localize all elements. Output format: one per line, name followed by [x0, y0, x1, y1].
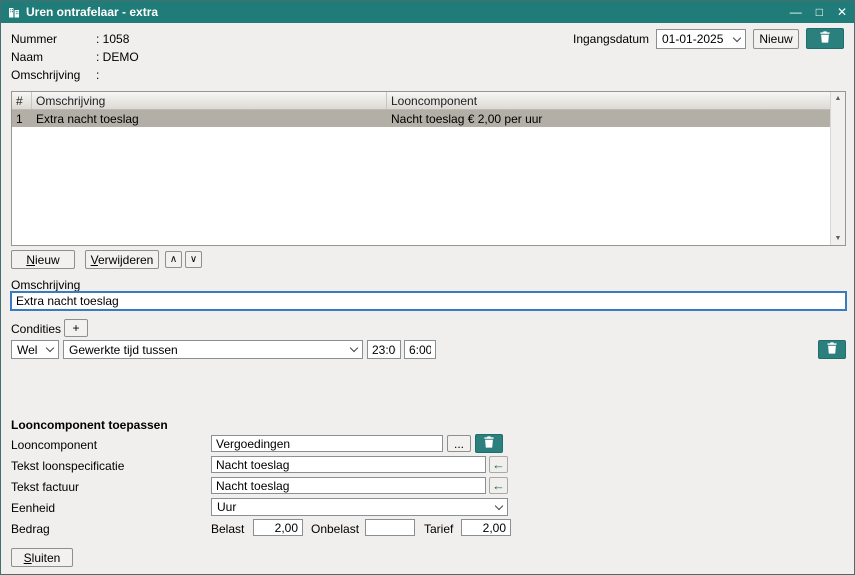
tarief-input[interactable]	[461, 519, 511, 536]
omschrijving-header-label: Omschrijving	[11, 68, 80, 82]
grid-row[interactable]: 1 Extra nacht toeslag Nacht toeslag € 2,…	[12, 110, 830, 127]
looncomponent-label: Looncomponent	[11, 438, 97, 452]
grid-nieuw-button[interactable]: Nieuw	[11, 250, 75, 269]
chevron-down-icon	[495, 501, 503, 509]
ontrafel-regels-grid: # Omschrijving Looncomponent 1 Extra nac…	[11, 91, 846, 246]
tekst-loonspecificatie-label: Tekst loonspecificatie	[11, 459, 124, 473]
column-header-num: #	[12, 92, 32, 109]
ingangsdatum-value: 01-01-2025	[662, 32, 723, 46]
move-down-button[interactable]: ∨	[185, 251, 202, 268]
looncomponent-input[interactable]	[211, 435, 443, 452]
arrow-left-icon: ←	[492, 479, 505, 492]
titlebar[interactable]: Uren ontrafelaar - extra — □ ✕	[1, 1, 854, 23]
trash-icon	[820, 31, 830, 46]
sluiten-button[interactable]: Sluiten	[11, 548, 73, 567]
minimize-button[interactable]: —	[790, 6, 802, 18]
arrow-left-icon: ←	[492, 458, 505, 471]
ingangsdatum-delete-button[interactable]	[806, 28, 844, 49]
ingangsdatum-label: Ingangsdatum	[573, 32, 649, 46]
tekst-factuur-label: Tekst factuur	[11, 480, 79, 494]
conditie-delete-button[interactable]	[818, 340, 846, 359]
move-up-button[interactable]: ∧	[165, 251, 182, 268]
grid-header: # Omschrijving Looncomponent	[12, 92, 830, 110]
omschrijving-field-label: Omschrijving	[11, 278, 80, 292]
scroll-up-icon[interactable]: ▲	[835, 92, 842, 105]
belast-input[interactable]	[253, 519, 303, 536]
nummer-label: Nummer	[11, 32, 57, 46]
copy-factuur-button[interactable]: ←	[489, 477, 508, 494]
add-conditie-button[interactable]: +	[64, 319, 88, 337]
building-icon	[8, 7, 20, 18]
column-header-looncomponent: Looncomponent	[387, 92, 830, 109]
tarief-label: Tarief	[424, 522, 453, 536]
omschrijving-header-value: :	[96, 68, 99, 82]
naam-label: Naam	[11, 50, 43, 64]
plus-icon: +	[72, 321, 79, 335]
onbelast-input[interactable]	[365, 519, 415, 536]
maximize-button[interactable]: □	[816, 6, 823, 18]
looncomponent-delete-button[interactable]	[475, 434, 503, 453]
omschrijving-input[interactable]	[11, 292, 846, 310]
chevron-down-icon: ∨	[190, 254, 197, 265]
scroll-down-icon[interactable]: ▼	[835, 232, 842, 245]
naam-value: : DEMO	[96, 50, 139, 64]
close-button[interactable]: ✕	[837, 6, 847, 18]
ingangsdatum-nieuw-button[interactable]: Nieuw	[753, 29, 799, 49]
looncomponent-section-title: Looncomponent toepassen	[11, 418, 168, 432]
grid-scrollbar[interactable]: ▲ ▼	[830, 92, 845, 245]
looncomponent-browse-button[interactable]: ...	[447, 435, 471, 452]
chevron-down-icon	[46, 344, 54, 352]
chevron-up-icon: ∧	[170, 254, 177, 265]
cell-num: 1	[12, 112, 32, 126]
chevron-down-icon	[350, 344, 358, 352]
conditie-type-select[interactable]: Gewerkte tijd tussen	[63, 340, 363, 359]
ingangsdatum-select[interactable]: 01-01-2025	[656, 29, 746, 49]
nummer-value: : 1058	[96, 32, 129, 46]
tekst-loonspecificatie-input[interactable]	[211, 456, 486, 473]
conditie-mode-select[interactable]: Wel	[11, 340, 59, 359]
tekst-factuur-input[interactable]	[211, 477, 486, 494]
condities-label: Condities	[11, 322, 61, 336]
column-header-omschrijving: Omschrijving	[32, 92, 387, 109]
chevron-down-icon	[733, 33, 741, 41]
cell-looncomponent: Nacht toeslag € 2,00 per uur	[387, 112, 830, 126]
trash-icon	[827, 342, 837, 357]
copy-loonspecificatie-button[interactable]: ←	[489, 456, 508, 473]
dialog-window: Uren ontrafelaar - extra — □ ✕ Nummer : …	[0, 0, 855, 575]
grid-verwijderen-button[interactable]: Verwijderen	[85, 250, 159, 269]
eenheid-label: Eenheid	[11, 501, 55, 515]
belast-label: Belast	[211, 522, 244, 536]
conditie-from-time-input[interactable]	[367, 340, 401, 359]
bedrag-label: Bedrag	[11, 522, 50, 536]
cell-omschrijving: Extra nacht toeslag	[32, 112, 387, 126]
onbelast-label: Onbelast	[311, 522, 359, 536]
window-title: Uren ontrafelaar - extra	[26, 5, 158, 19]
conditie-to-time-input[interactable]	[404, 340, 436, 359]
trash-icon	[484, 436, 494, 451]
eenheid-select[interactable]: Uur	[211, 498, 508, 516]
